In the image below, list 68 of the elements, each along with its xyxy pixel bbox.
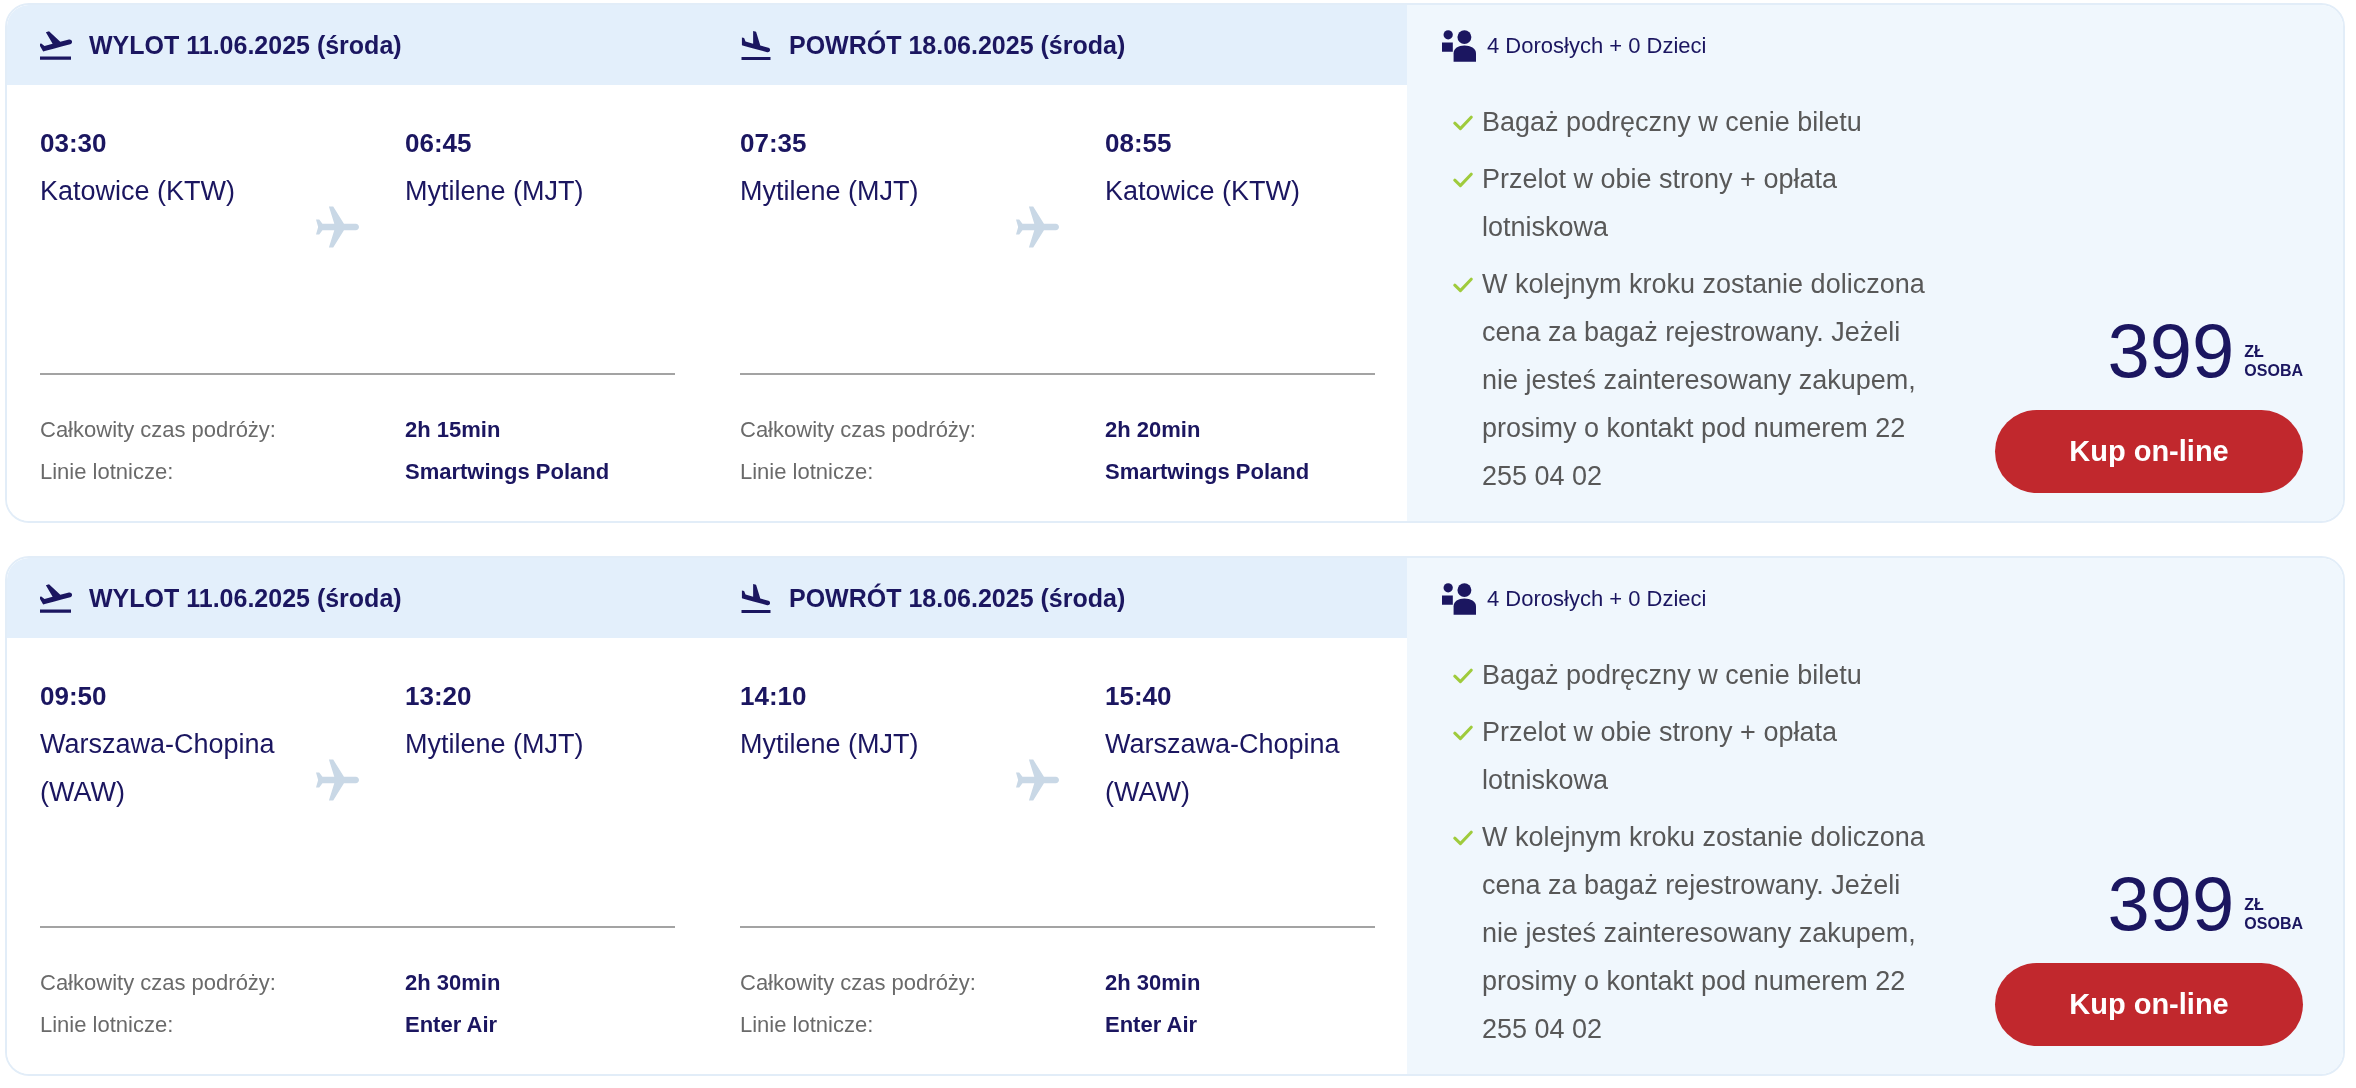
departure-time: 03:30	[40, 128, 107, 158]
arrival-time: 06:45	[405, 128, 472, 158]
price-currency: ZŁ	[2244, 342, 2264, 361]
leg-title: POWRÓT 18.06.2025 (środa)	[789, 30, 1126, 60]
arrival-time: 13:20	[405, 681, 472, 711]
airplane-icon	[1016, 758, 1059, 802]
check-icon	[1453, 830, 1473, 846]
arrival-city: Katowice (KTW)	[1105, 175, 1301, 208]
landing-icon	[740, 583, 772, 613]
departure-time: 07:35	[740, 128, 807, 158]
passenger-count: 4 Dorosłych + 0 Dzieci	[1487, 32, 1707, 60]
buy-button[interactable]: Kup on-line	[1995, 963, 2303, 1046]
arrival-city: Mytilene (MJT)	[405, 728, 584, 761]
check-icon	[1453, 277, 1473, 293]
leg-title: POWRÓT 18.06.2025 (środa)	[789, 583, 1126, 613]
people-icon	[1442, 583, 1476, 615]
buy-button[interactable]: Kup on-line	[1995, 410, 2303, 493]
check-icon	[1453, 725, 1473, 741]
detail-value: Enter Air	[405, 1011, 498, 1039]
detail-label: Linie lotnicze:	[740, 1011, 874, 1039]
departure-time: 09:50	[40, 681, 107, 711]
takeoff-icon	[40, 583, 72, 613]
detail-label: Linie lotnicze:	[40, 1011, 174, 1039]
detail-value: 2h 30min	[1105, 969, 1201, 997]
arrival-city: Warszawa-Chopina (WAW)	[1105, 728, 1341, 809]
leg-title: WYLOT 11.06.2025 (środa)	[89, 30, 402, 60]
airplane-icon	[316, 758, 359, 802]
check-icon	[1453, 172, 1473, 188]
detail-value: Smartwings Poland	[405, 458, 610, 486]
price-unit: OSOBA	[2244, 914, 2303, 933]
detail-value: 2h 20min	[1105, 416, 1201, 444]
price-amount: 399	[2107, 320, 2235, 382]
detail-label: Całkowity czas podróży:	[740, 969, 976, 997]
departure-city: Warszawa-Chopina (WAW)	[40, 728, 276, 809]
arrival-time: 15:40	[1105, 681, 1172, 711]
detail-label: Linie lotnicze:	[740, 458, 874, 486]
feature-text: W kolejnym kroku zostanie doliczona cena za bagaż rejestrowany. Jeżeli nie jesteś zainteresowany zakupem, prosimy o kontakt pod numerem 22 255 04 02	[1482, 268, 1926, 493]
departure-city: Katowice (KTW)	[40, 175, 236, 208]
airplane-icon	[316, 205, 359, 249]
airplane-icon	[1016, 205, 1059, 249]
price-unit: OSOBA	[2244, 361, 2303, 380]
check-icon	[1453, 115, 1473, 131]
feature-text: Przelot w obie strony + opłata lotniskowa	[1482, 716, 1838, 797]
departure-city: Mytilene (MJT)	[740, 175, 919, 208]
arrival-city: Mytilene (MJT)	[405, 175, 584, 208]
arrival-time: 08:55	[1105, 128, 1172, 158]
detail-value: 2h 30min	[405, 969, 501, 997]
leg-title: WYLOT 11.06.2025 (środa)	[89, 583, 402, 613]
landing-icon	[740, 30, 772, 60]
feature-text: W kolejnym kroku zostanie doliczona cena za bagaż rejestrowany. Jeżeli nie jesteś zainteresowany zakupem, prosimy o kontakt pod numerem 22 255 04 02	[1482, 821, 1926, 1046]
check-icon	[1453, 668, 1473, 684]
detail-value: Enter Air	[1105, 1011, 1198, 1039]
price-amount: 399	[2107, 873, 2235, 935]
feature-text: Bagaż podręczny w cenie biletu	[1482, 106, 1863, 139]
takeoff-icon	[40, 30, 72, 60]
detail-label: Całkowity czas podróży:	[40, 416, 276, 444]
passenger-count: 4 Dorosłych + 0 Dzieci	[1487, 585, 1707, 613]
detail-label: Linie lotnicze:	[40, 458, 174, 486]
detail-value: Smartwings Poland	[1105, 458, 1310, 486]
people-icon	[1442, 30, 1476, 62]
departure-city: Mytilene (MJT)	[740, 728, 919, 761]
price-currency: ZŁ	[2244, 895, 2264, 914]
departure-time: 14:10	[740, 681, 807, 711]
detail-label: Całkowity czas podróży:	[740, 416, 976, 444]
detail-label: Całkowity czas podróży:	[40, 969, 276, 997]
feature-text: Bagaż podręczny w cenie biletu	[1482, 659, 1863, 692]
detail-value: 2h 15min	[405, 416, 501, 444]
feature-text: Przelot w obie strony + opłata lotniskowa	[1482, 163, 1838, 244]
